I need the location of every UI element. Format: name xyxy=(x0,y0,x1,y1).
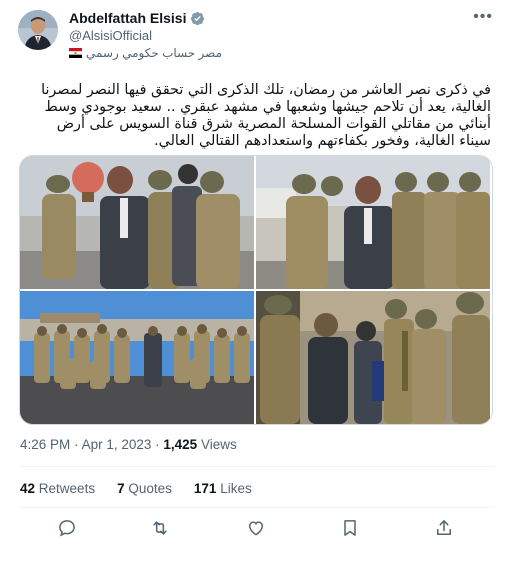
divider xyxy=(20,507,495,508)
retweet-icon[interactable] xyxy=(150,518,172,540)
display-name[interactable]: Abdelfattah Elsisi xyxy=(69,10,186,26)
quotes-label: Quotes xyxy=(128,481,172,496)
tweet-time[interactable]: 4:26 PM xyxy=(20,437,70,452)
meta-separator: · xyxy=(155,437,160,452)
share-icon[interactable] xyxy=(434,518,456,540)
photo-3-image xyxy=(20,291,254,424)
tweet-meta: 4:26 PM · Apr 1, 2023 · 1,425 Views xyxy=(20,437,237,452)
retweets-label: Retweets xyxy=(38,481,96,496)
photo-4-image xyxy=(256,291,490,424)
name-row: Abdelfattah Elsisi xyxy=(69,10,205,26)
likes-label: Likes xyxy=(220,481,252,496)
quotes-stat[interactable]: 7 Quotes xyxy=(117,481,172,496)
retweets-count: 42 xyxy=(20,481,36,496)
meta-separator: · xyxy=(74,437,79,452)
user-handle[interactable]: @AlsisiOfficial xyxy=(69,28,152,43)
tweet: Abdelfattah Elsisi @AlsisiOfficial مصر ح… xyxy=(0,0,515,562)
divider xyxy=(20,466,495,467)
views-label: Views xyxy=(200,437,237,452)
photo-2-image xyxy=(256,156,490,289)
photo-1-image xyxy=(20,156,254,289)
retweets-stat[interactable]: 42 Retweets xyxy=(20,481,95,496)
views-count: 1,425 xyxy=(163,437,198,452)
tweet-text: في ذكرى نصر العاشر من رمضان، تلك الذكرى … xyxy=(41,82,491,149)
photo-3[interactable] xyxy=(20,291,254,424)
media-grid xyxy=(19,155,493,425)
likes-stat[interactable]: 171 Likes xyxy=(194,481,252,496)
government-account-label: مصر حساب حكومي رسمي xyxy=(69,46,222,60)
account-label-text: مصر حساب حكومي رسمي xyxy=(86,46,222,60)
engagement-stats: 42 Retweets 7 Quotes 171 Likes xyxy=(20,481,252,496)
like-icon[interactable] xyxy=(246,518,268,540)
bookmark-icon[interactable] xyxy=(340,518,362,540)
avatar[interactable] xyxy=(18,10,58,50)
reply-icon[interactable] xyxy=(57,518,79,540)
likes-count: 171 xyxy=(193,481,217,496)
avatar-image xyxy=(18,10,58,50)
photo-2[interactable] xyxy=(256,156,490,289)
more-options-icon[interactable]: ••• xyxy=(473,8,493,26)
quotes-count: 7 xyxy=(117,481,125,496)
photo-4[interactable] xyxy=(256,291,490,424)
egypt-flag-icon xyxy=(69,48,82,58)
tweet-date[interactable]: Apr 1, 2023 xyxy=(82,437,152,452)
photo-1[interactable] xyxy=(20,156,254,289)
verified-badge-icon xyxy=(191,11,205,25)
action-bar xyxy=(0,518,515,542)
